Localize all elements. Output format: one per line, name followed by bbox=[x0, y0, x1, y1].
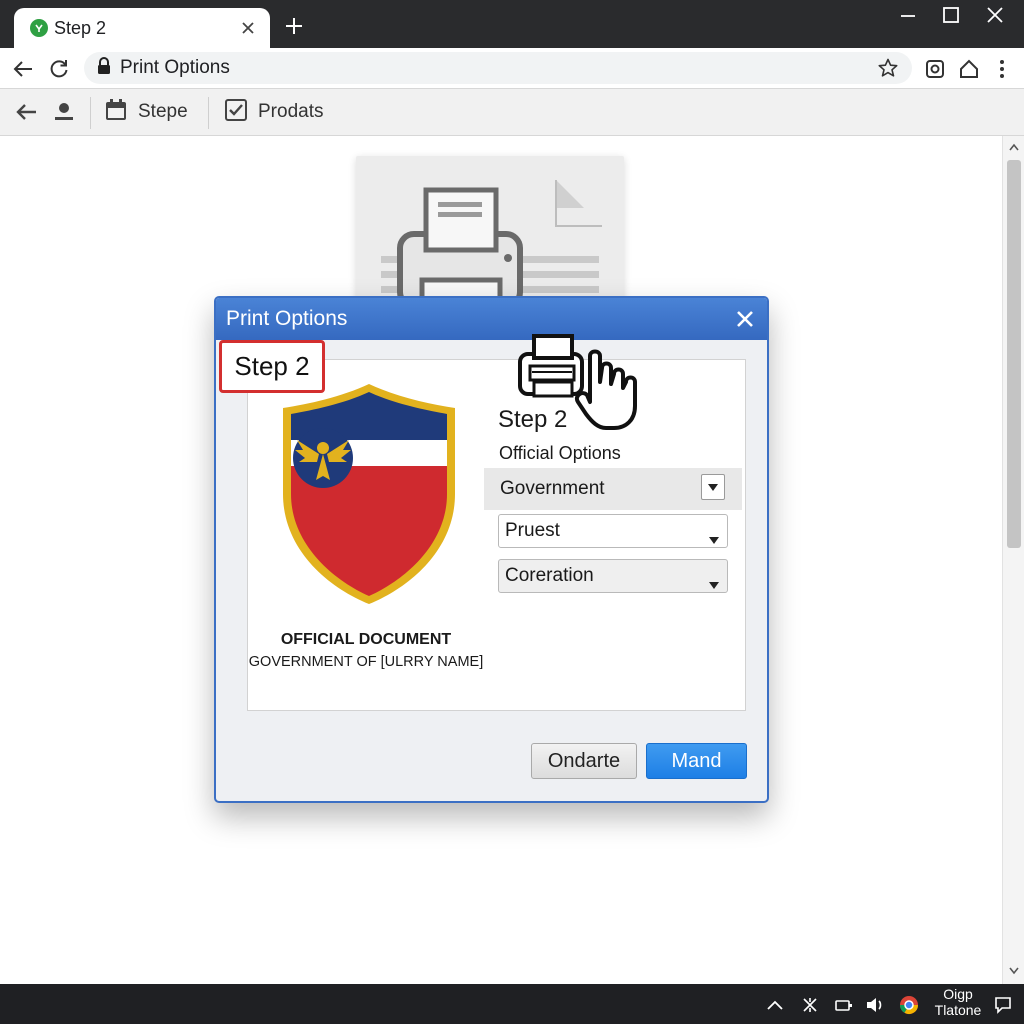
scroll-thumb[interactable] bbox=[1007, 160, 1021, 548]
vertical-scrollbar[interactable] bbox=[1002, 136, 1024, 984]
browser-tab[interactable]: Step 2 bbox=[14, 8, 270, 48]
toolbar-divider bbox=[90, 97, 91, 129]
browser-tab-strip: Step 2 bbox=[0, 0, 1024, 48]
government-shield-emblem bbox=[283, 384, 455, 604]
ondarte-button[interactable]: Ondarte bbox=[531, 743, 637, 779]
favicon-icon bbox=[30, 19, 48, 37]
tab-title: Step 2 bbox=[54, 17, 107, 38]
volume-icon[interactable] bbox=[864, 994, 886, 1016]
coreration-select[interactable]: Coreration bbox=[498, 559, 728, 593]
dialog-close-icon[interactable] bbox=[731, 305, 759, 333]
back-arrow-icon[interactable] bbox=[10, 56, 36, 82]
maximize-icon[interactable] bbox=[938, 2, 964, 28]
puzzle-icon[interactable] bbox=[956, 56, 982, 82]
mand-button[interactable]: Mand bbox=[646, 743, 747, 779]
address-input[interactable]: Print Options bbox=[84, 52, 912, 84]
toolbar-item-prodats[interactable]: Prodats bbox=[224, 89, 323, 135]
toolbar-item-stepe[interactable]: Stepe bbox=[104, 89, 188, 135]
options-label: Official Options bbox=[499, 443, 621, 463]
dropdown-arrow-icon[interactable] bbox=[701, 474, 725, 500]
reload-icon[interactable] bbox=[46, 56, 72, 82]
chrome-icon[interactable] bbox=[898, 994, 920, 1016]
document-subtitle: GOVERNMENT OF [ULRRY NAME] bbox=[248, 654, 484, 670]
notification-icon[interactable] bbox=[992, 994, 1014, 1016]
select-value: Government bbox=[500, 478, 605, 499]
scroll-down-icon[interactable] bbox=[1007, 964, 1021, 978]
pruest-select[interactable]: Pruest bbox=[498, 514, 728, 548]
tab-close-icon[interactable] bbox=[238, 18, 258, 38]
chevron-down-icon bbox=[709, 528, 719, 550]
checkbox-icon bbox=[224, 98, 248, 127]
document-title: OFFICIAL DOCUMENT bbox=[280, 631, 452, 648]
toolbar-divider bbox=[208, 97, 209, 129]
calendar-icon bbox=[104, 98, 128, 127]
lock-icon bbox=[96, 56, 112, 80]
chevron-up-icon[interactable] bbox=[764, 994, 786, 1016]
clock-line-2: Tlatone bbox=[934, 1002, 982, 1018]
menu-dots-icon[interactable] bbox=[989, 56, 1015, 82]
app-toolbar: Stepe Prodats bbox=[0, 88, 1024, 136]
scroll-up-icon[interactable] bbox=[1007, 140, 1021, 154]
window-close-icon[interactable] bbox=[982, 2, 1008, 28]
select-value: Coreration bbox=[505, 565, 594, 586]
step-heading: Step 2 bbox=[498, 406, 568, 433]
extension-icon[interactable] bbox=[922, 56, 948, 82]
dialog-title: Print Options bbox=[226, 307, 348, 330]
toolbar-item-label: Stepe bbox=[138, 101, 188, 122]
select-value: Pruest bbox=[505, 520, 560, 541]
user-icon[interactable] bbox=[52, 89, 76, 135]
network-icon[interactable] bbox=[799, 994, 821, 1016]
printer-icon bbox=[381, 180, 602, 309]
print-options-dialog: Print Options Step 2 OFFICIAL DOCUMENT G… bbox=[214, 296, 769, 803]
chevron-down-icon bbox=[709, 573, 719, 595]
new-tab-icon[interactable] bbox=[282, 14, 306, 38]
minimize-icon[interactable] bbox=[895, 2, 921, 28]
printer-illustration bbox=[356, 156, 624, 309]
battery-icon[interactable] bbox=[833, 994, 855, 1016]
government-select[interactable]: Government bbox=[484, 468, 742, 510]
toolbar-item-label: Prodats bbox=[258, 101, 324, 122]
taskbar: Oigp Tlatone bbox=[0, 984, 1024, 1024]
toolbar-back-icon[interactable] bbox=[14, 89, 38, 135]
clock-line-1: Oigp bbox=[943, 986, 973, 1002]
address-text: Print Options bbox=[120, 57, 230, 78]
dialog-title-bar: Print Options bbox=[216, 298, 767, 340]
taskbar-clock[interactable]: Oigp Tlatone bbox=[926, 986, 990, 1022]
bookmark-star-icon[interactable] bbox=[878, 58, 898, 78]
